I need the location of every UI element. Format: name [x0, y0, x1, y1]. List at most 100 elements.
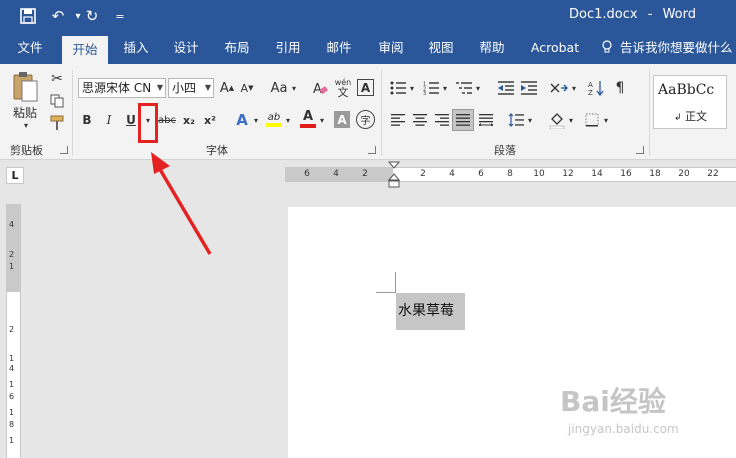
character-shading-button[interactable]: A: [334, 111, 350, 128]
italic-button[interactable]: I: [101, 110, 117, 130]
distributed-icon[interactable]: [476, 110, 496, 130]
tab-insert[interactable]: 插入: [114, 32, 158, 64]
tab-file[interactable]: 文件: [8, 32, 52, 64]
ruler-tick: 14: [591, 169, 603, 179]
clear-formatting-icon[interactable]: A: [310, 78, 330, 98]
svg-text:Z: Z: [588, 89, 593, 96]
align-center-icon[interactable]: [410, 110, 430, 130]
window-title: Doc1.docx - Word: [569, 7, 696, 22]
chinese-layout-dropdown-icon[interactable]: ▾: [570, 78, 578, 98]
chevron-down-icon: ▼: [156, 83, 163, 92]
ruler-tick: 2: [420, 169, 426, 179]
sort-icon[interactable]: AZ: [586, 78, 606, 98]
ruler-tick: 8: [9, 420, 15, 429]
ruler-tick: 1: [9, 380, 15, 389]
format-painter-icon[interactable]: [48, 114, 66, 132]
ruler-tick: 2: [9, 325, 15, 334]
show-marks-icon[interactable]: ¶: [610, 78, 630, 98]
indent-markers[interactable]: [387, 161, 401, 189]
group-separator: [649, 70, 650, 156]
tab-references[interactable]: 引用: [266, 32, 310, 64]
align-left-icon[interactable]: [388, 110, 408, 130]
chinese-layout-icon[interactable]: [548, 78, 570, 98]
character-border-button[interactable]: A: [357, 79, 374, 96]
tab-view[interactable]: 视图: [419, 32, 463, 64]
cut-icon[interactable]: ✂: [48, 70, 66, 88]
align-right-icon[interactable]: [432, 110, 452, 130]
borders-icon[interactable]: [582, 110, 602, 130]
multilevel-list-dropdown-icon[interactable]: ▾: [474, 78, 482, 98]
copy-icon[interactable]: [48, 92, 66, 110]
font-color-button[interactable]: A: [298, 108, 318, 130]
tab-layout[interactable]: 布局: [215, 32, 259, 64]
superscript-button[interactable]: x²: [201, 110, 219, 130]
enclose-characters-button[interactable]: 字: [356, 110, 375, 129]
numbering-dropdown-icon[interactable]: ▾: [441, 78, 449, 98]
borders-dropdown-icon[interactable]: ▾: [602, 110, 610, 130]
font-color-dropdown-icon[interactable]: ▾: [318, 110, 326, 130]
tab-mailings[interactable]: 邮件: [317, 32, 361, 64]
tab-home[interactable]: 开始: [62, 36, 108, 64]
tab-help[interactable]: 帮助: [470, 32, 514, 64]
shrink-font-button[interactable]: A ▼: [238, 78, 256, 98]
customize-qat-icon[interactable]: =: [110, 6, 130, 26]
underline-button[interactable]: U: [123, 110, 139, 130]
paragraph-group-label: 段落: [494, 144, 516, 157]
font-launcher-icon[interactable]: [368, 146, 376, 154]
highlight-dropdown-icon[interactable]: ▾: [284, 110, 292, 130]
ruler-tick: 4: [9, 364, 15, 373]
highlight-button[interactable]: ab: [264, 108, 284, 130]
lightbulb-icon: [602, 32, 616, 64]
change-case-dropdown-icon[interactable]: ▾: [290, 78, 298, 98]
paste-button-label[interactable]: 粘贴: [10, 104, 40, 120]
paste-icon[interactable]: [10, 70, 40, 104]
subscript-button[interactable]: x₂: [180, 110, 198, 130]
clipboard-launcher-icon[interactable]: [60, 146, 68, 154]
ruler-tick: 6: [304, 169, 310, 179]
tab-design[interactable]: 设计: [164, 32, 208, 64]
shading-icon[interactable]: [547, 109, 567, 131]
phonetic-bottom: 文: [337, 86, 349, 99]
justify-icon[interactable]: [452, 109, 474, 131]
increase-indent-icon[interactable]: [519, 78, 539, 98]
paragraph-launcher-icon[interactable]: [636, 146, 644, 154]
tab-review[interactable]: 审阅: [369, 32, 413, 64]
title-bar: ↶ ▾ ↻ = Doc1.docx - Word: [0, 0, 736, 32]
tell-me-search[interactable]: 告诉我你想要做什么: [602, 32, 736, 64]
style-normal[interactable]: AaBbCc ↲ 正文: [653, 75, 727, 129]
grow-font-button[interactable]: A ▲: [218, 78, 236, 98]
strikethrough-button[interactable]: abc: [156, 110, 178, 130]
paste-dropdown-icon[interactable]: ▾: [22, 121, 30, 130]
tab-selector[interactable]: L: [6, 167, 24, 184]
multilevel-list-icon[interactable]: [454, 78, 474, 98]
change-case-button[interactable]: Aa: [268, 78, 290, 98]
paragraph-mark-icon: ↲: [674, 113, 682, 123]
ruler-tick: 20: [678, 169, 690, 179]
ruler-tick: 6: [478, 169, 484, 179]
font-name-combo[interactable]: 思源宋体 CN ▼: [78, 78, 166, 98]
watermark-url: jingyan.baidu.com: [568, 422, 679, 436]
shading-dropdown-icon[interactable]: ▾: [567, 110, 575, 130]
ruler-tick: 4: [449, 169, 455, 179]
decrease-indent-icon[interactable]: [496, 78, 516, 98]
text-effects-button[interactable]: A: [232, 109, 252, 131]
tell-me-label: 告诉我你想要做什么: [619, 40, 733, 55]
line-spacing-icon[interactable]: [506, 110, 526, 130]
ruler-tick: 6: [9, 392, 15, 401]
bullets-icon[interactable]: [388, 78, 408, 98]
redo-icon[interactable]: ↻: [82, 6, 102, 26]
document-text[interactable]: 水果草莓: [396, 293, 465, 330]
phonetic-guide-button[interactable]: wén 文: [332, 76, 354, 100]
highlight-color-swatch: [266, 122, 282, 127]
font-size-combo[interactable]: 小四 ▼: [168, 78, 214, 98]
ruler-tick: 16: [620, 169, 632, 179]
line-spacing-dropdown-icon[interactable]: ▾: [526, 110, 534, 130]
numbering-icon[interactable]: 123: [421, 78, 441, 98]
tab-acrobat[interactable]: Acrobat: [525, 32, 585, 64]
undo-icon[interactable]: ↶: [48, 6, 68, 26]
text-effects-dropdown-icon[interactable]: ▾: [252, 110, 260, 130]
ruler-tick: 4: [9, 220, 15, 229]
save-icon[interactable]: [18, 6, 38, 26]
bold-button[interactable]: B: [79, 110, 95, 130]
bullets-dropdown-icon[interactable]: ▾: [408, 78, 416, 98]
